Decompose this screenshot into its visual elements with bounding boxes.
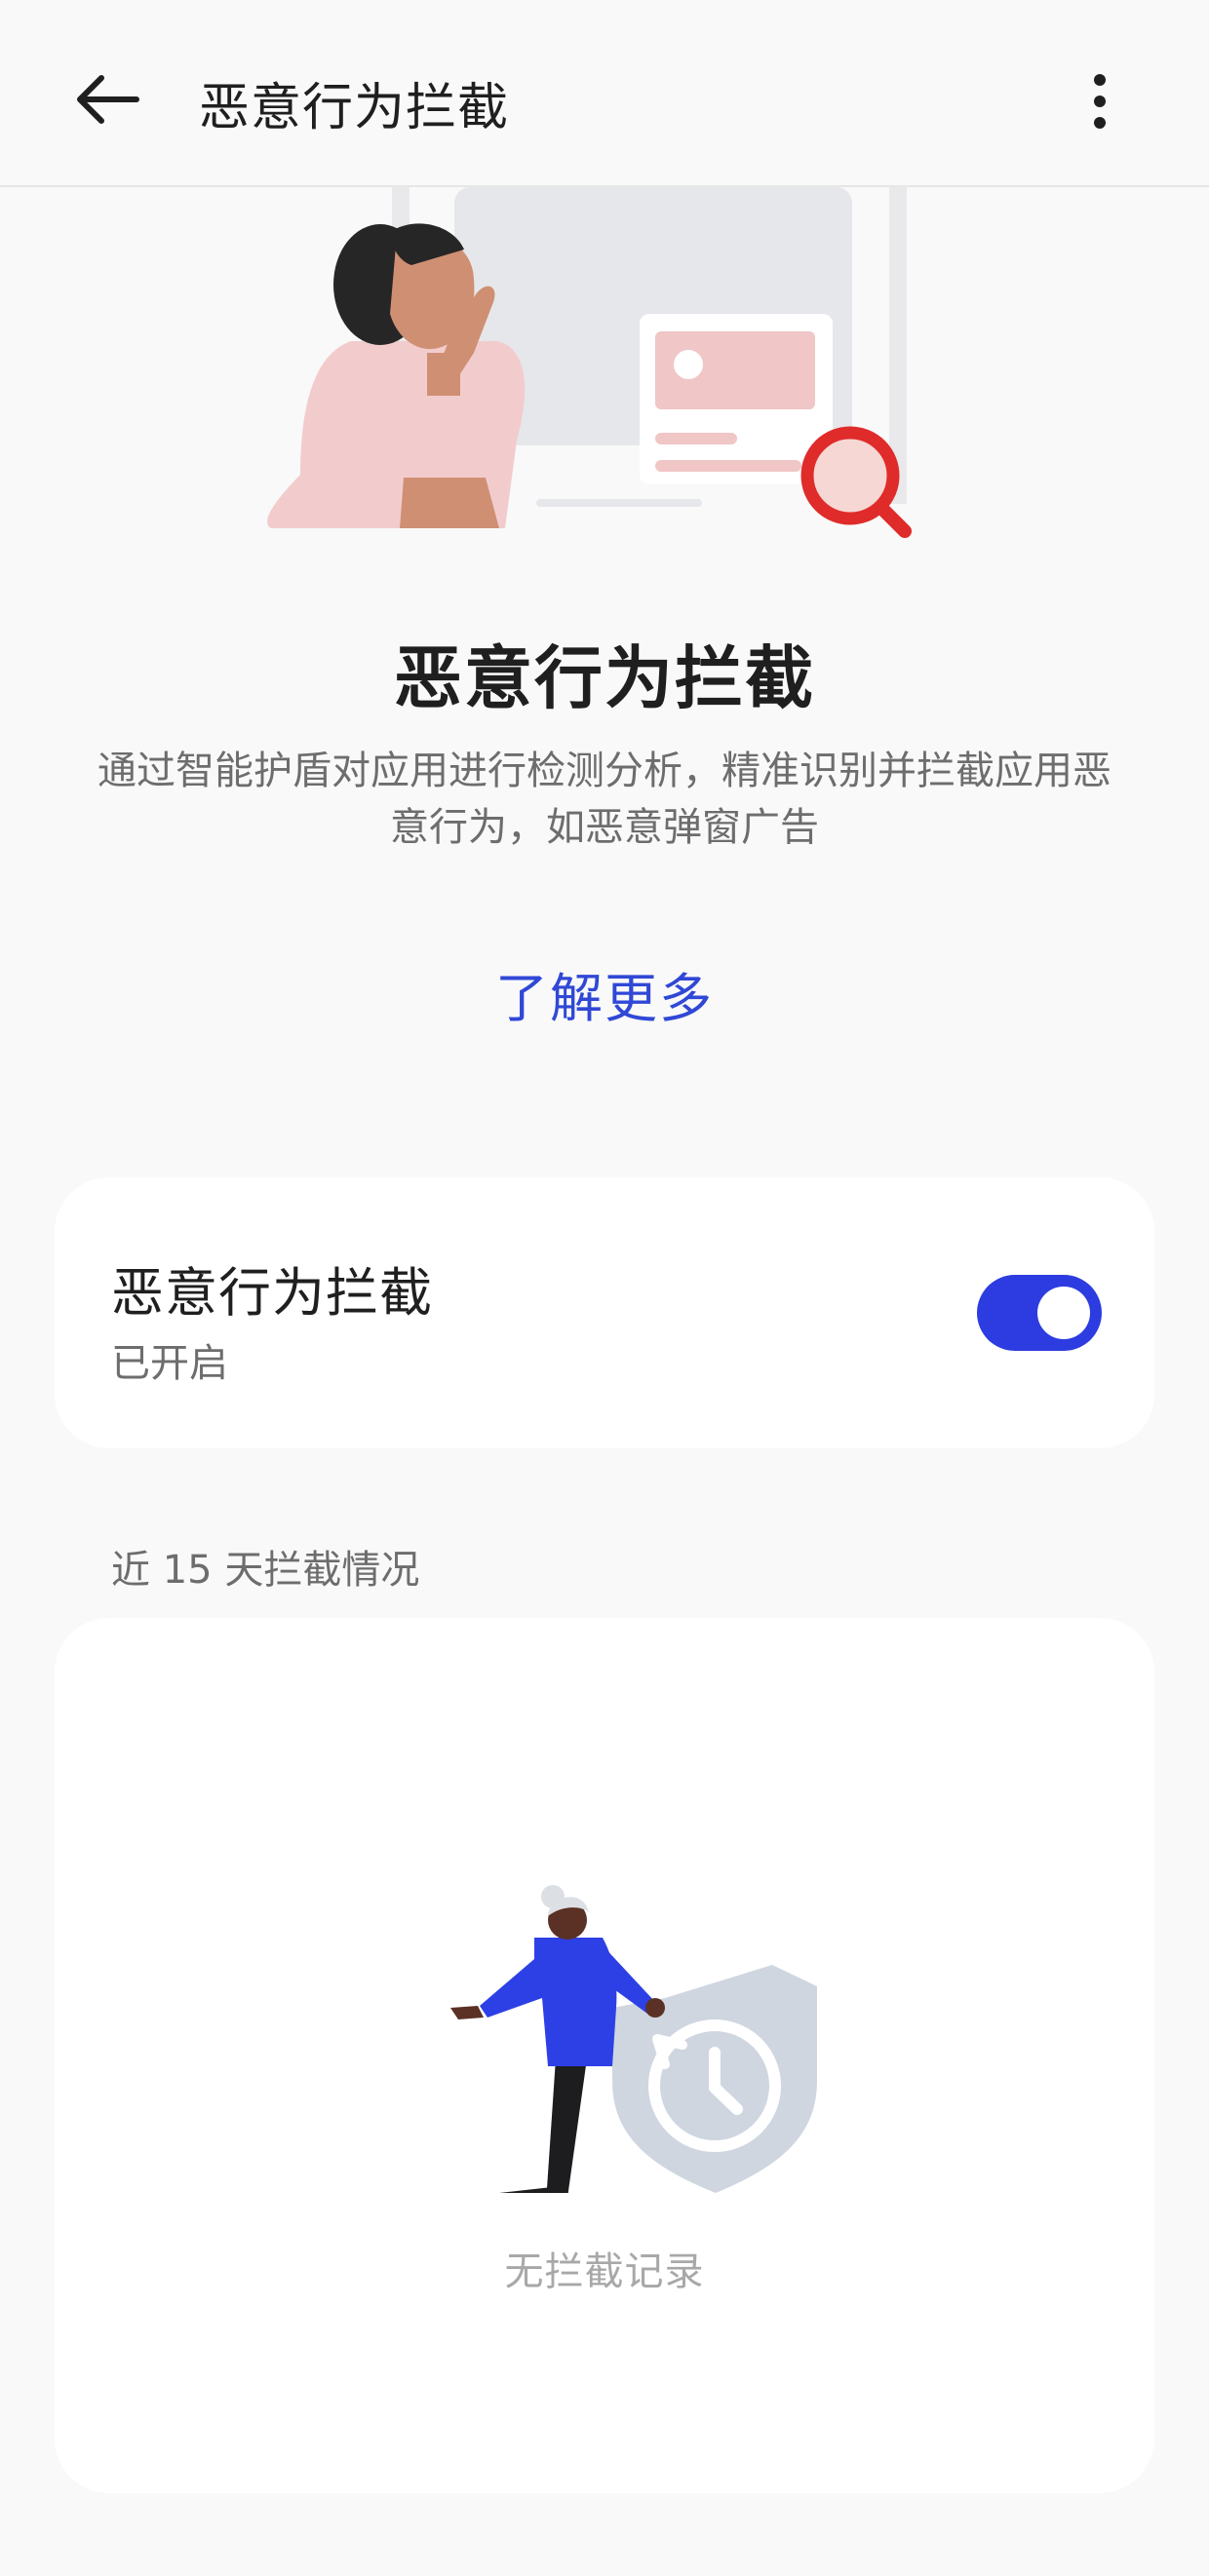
blocking-switch[interactable]: [977, 1275, 1102, 1351]
learn-more-link[interactable]: 了解更多: [0, 955, 1209, 1032]
more-vertical-icon: [1094, 74, 1106, 129]
page-title: 恶意行为拦截: [199, 79, 510, 137]
back-button[interactable]: [60, 60, 154, 138]
more-options-button[interactable]: [1072, 58, 1127, 144]
malicious-behavior-blocking-page: 恶意行为拦截 恶意行为拦截 通过智能护盾对应用进行检测分析，精准识别并拦截应用恶…: [0, 0, 1209, 2576]
toggle-status: 已开启: [111, 1341, 228, 1386]
arrow-left-icon: [77, 75, 139, 124]
empty-records-illustration: [450, 1885, 817, 2193]
switch-knob: [1037, 1287, 1090, 1339]
hero-illustration: [267, 187, 912, 538]
blocking-toggle-card[interactable]: 恶意行为拦截 已开启: [55, 1177, 1154, 1448]
records-section-label: 近 15 天拦截情况: [111, 1548, 420, 1593]
records-card: 无拦截记录: [55, 1618, 1154, 2493]
app-bar: 恶意行为拦截: [0, 0, 1209, 187]
hero-description: 通过智能护盾对应用进行检测分析，精准识别并拦截应用恶意行为，如恶意弹窗广告: [98, 749, 1112, 850]
toggle-title: 恶意行为拦截: [111, 1262, 433, 1324]
empty-records-text: 无拦截记录: [504, 2249, 705, 2294]
hero-title: 恶意行为拦截: [394, 638, 815, 718]
